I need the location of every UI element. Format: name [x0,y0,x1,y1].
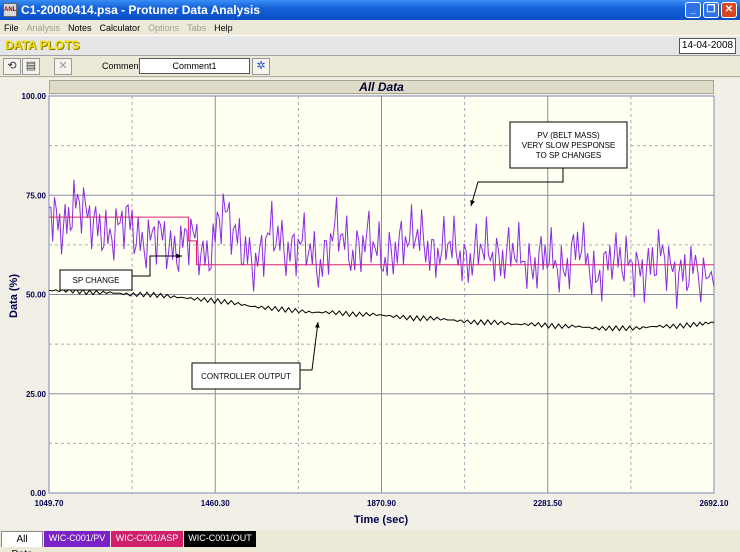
title-bar: ANL C1-20080414.psa - Protuner Data Anal… [0,0,740,20]
tab-all-data[interactable]: All Data [1,531,43,552]
annotation-text: SP CHANGE [73,276,120,285]
tab-bar: All Data WIC-C001/PV WIC-C001/ASP WIC-C0… [0,530,740,552]
open-folder-icon[interactable]: ▤ [22,58,40,75]
menu-options[interactable]: Options [148,23,179,33]
x-tick-label: 2692.10 [700,499,729,508]
settings-icon[interactable]: ✲ [252,58,270,75]
annotation-text: PV (BELT MASS) [537,131,600,140]
y-axis-label: Data (%) [8,274,20,318]
chart-title: All Data [49,80,714,94]
annotation-text: VERY SLOW PESPONSE [522,141,616,150]
y-tick-label: 75.00 [26,191,47,200]
y-tick-label: 0.00 [30,489,46,498]
undo-icon[interactable]: ⟲ [3,58,21,75]
x-axis-label: Time (sec) [354,514,409,526]
menu-notes[interactable]: Notes [68,23,92,33]
toolbar: ⟲ ▤ ✕ Comment Comment1 ✲ [0,57,740,77]
menu-analysis[interactable]: Analysis [27,23,61,33]
x-tick-label: 1460.30 [201,499,230,508]
tab-wic-asp[interactable]: WIC-C001/ASP [111,531,183,547]
annotation-text: TO SP CHANGES [536,151,602,160]
y-tick-label: 25.00 [26,390,47,399]
restore-icon[interactable]: ❐ [703,2,719,18]
x-tick-label: 2281.50 [533,499,562,508]
window-title: C1-20080414.psa - Protuner Data Analysis [21,3,260,17]
x-tick-label: 1870.90 [367,499,396,508]
menu-calculator[interactable]: Calculator [100,23,141,33]
comment-label: Comment [102,61,142,71]
menu-bar: File Analysis Notes Calculator Options T… [0,20,740,35]
page-title: DATA PLOTS [5,38,80,52]
y-tick-label: 50.00 [26,291,47,300]
chart-panel: 1049.70 1460.30 1870.90 2281.50 2692.10 0.00 2… [0,78,740,530]
menu-help[interactable]: Help [214,23,233,33]
line-chart: 1049.70 1460.30 1870.90 2281.50 2692.10 0.00 2… [8,92,729,526]
menu-tabs[interactable]: Tabs [187,23,206,33]
delete-icon[interactable]: ✕ [54,58,72,75]
menu-file[interactable]: File [4,23,19,33]
close-icon[interactable]: ✕ [721,2,737,18]
tab-wic-out[interactable]: WIC-C001/OUT [184,531,256,547]
annotation-text: CONTROLLER OUTPUT [201,372,291,381]
y-tick-label: 100.00 [22,92,47,101]
window-controls: _ ❐ ✕ [685,2,737,18]
x-tick-label: 1049.70 [35,499,64,508]
header-band: DATA PLOTS 14-04-2008 [0,35,740,56]
minimize-icon[interactable]: _ [685,2,701,18]
app-icon: ANL [3,3,17,17]
date-display: 14-04-2008 [679,38,736,54]
comment-input[interactable]: Comment1 [139,58,250,74]
tab-wic-pv[interactable]: WIC-C001/PV [44,531,110,547]
